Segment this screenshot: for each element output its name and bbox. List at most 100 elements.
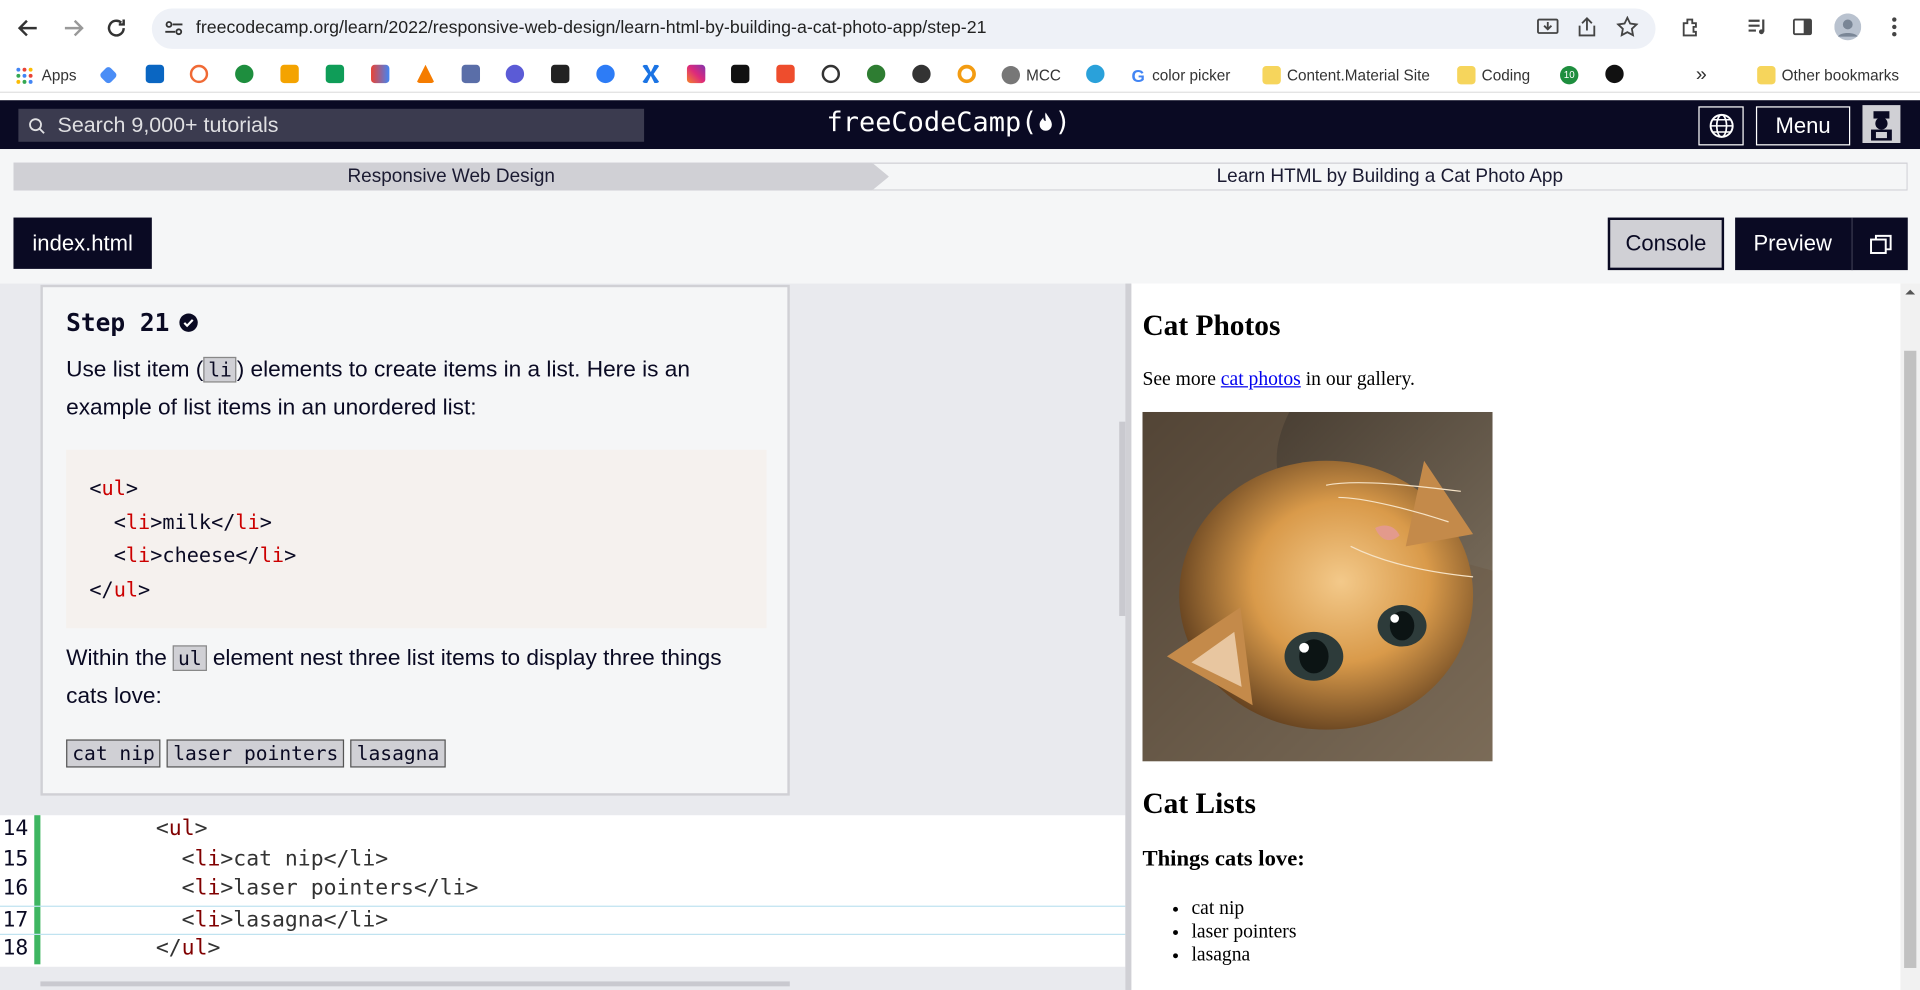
globe-icon [1001, 65, 1021, 85]
code-close: </li> [413, 876, 479, 901]
code-before: < [181, 907, 195, 932]
shopee-icon[interactable] [776, 64, 795, 84]
console-button[interactable]: Console [1607, 217, 1725, 271]
forward-icon[interactable] [59, 13, 88, 42]
bookmark-favicon-9[interactable] [461, 64, 481, 84]
preview-subheading-things-cats-love: Things cats love: [1142, 846, 1305, 872]
code-after: > [220, 876, 234, 901]
github-icon[interactable] [1605, 64, 1624, 84]
scroll-up-arrow-icon[interactable] [1900, 285, 1920, 300]
code-close: </li> [323, 907, 389, 932]
cat-photo-image[interactable] [1142, 411, 1493, 762]
menu-button[interactable]: Menu [1755, 106, 1851, 146]
fcc-logo[interactable]: freeCodeCamp() [827, 108, 1071, 139]
code-before: < [155, 816, 169, 841]
bookmark-favicon-8[interactable] [416, 64, 435, 84]
user-avatar[interactable] [1862, 105, 1901, 143]
url-text[interactable]: freecodecamp.org/learn/2022/responsive-w… [196, 18, 987, 38]
code-line: <li>cheese</li> [113, 544, 297, 568]
code-text: lasagna [233, 907, 324, 932]
bookmark-favicon-19[interactable] [912, 64, 931, 84]
bookmark-other[interactable]: Other bookmarks [1757, 65, 1899, 86]
browser-toolbar: freecodecamp.org/learn/2022/responsive-w… [0, 0, 1920, 57]
preview-popout-button[interactable] [1851, 217, 1907, 271]
bookmark-favicon-17[interactable] [821, 64, 841, 84]
desc1-text-a: Use list item ( [66, 355, 204, 382]
bookmark-favicon-1[interactable] [98, 65, 118, 85]
line-code: </ul> [53, 936, 221, 960]
preview-scrollbar[interactable] [1900, 283, 1920, 990]
google-sheets-icon[interactable] [325, 64, 345, 84]
bookmarks-overflow-button[interactable]: » [1696, 64, 1707, 86]
language-button[interactable] [1698, 106, 1744, 146]
preview-button[interactable]: Preview [1735, 217, 1908, 271]
bookmark-favicon-13[interactable] [641, 64, 661, 84]
share-icon[interactable] [1573, 13, 1600, 40]
media-control-icon[interactable] [1744, 13, 1771, 40]
step-description-text-2: Within the ul element nest three list it… [66, 639, 752, 712]
bookmark-color-picker[interactable]: G color picker [1131, 65, 1230, 86]
search-input[interactable]: Search 9,000+ tutorials [18, 108, 645, 142]
code-tag: ul [113, 578, 139, 602]
preview-scrollbar-thumb[interactable] [1904, 350, 1917, 968]
line-number: 17 [2, 907, 29, 932]
bookmark-favicon-4[interactable] [235, 64, 254, 84]
profile-avatar-icon[interactable] [1834, 13, 1862, 41]
address-bar[interactable]: freecodecamp.org/learn/2022/responsive-w… [151, 8, 1656, 49]
bookmark-favicon-10[interactable] [505, 64, 525, 84]
bookmark-favicon-7[interactable] [371, 64, 390, 84]
line-code: <li>lasagna</li> [53, 907, 388, 931]
breadcrumb: Responsive Web Design Learn HTML by Buil… [0, 149, 1920, 284]
bookmark-content-material[interactable]: Content.Material Site [1262, 65, 1430, 86]
code-tag: li [194, 876, 221, 901]
editor-line[interactable]: 17 <li>lasagna</li> [0, 905, 1126, 935]
bookmark-favicon-18[interactable] [866, 64, 886, 84]
file-tab-index-html[interactable]: index.html [13, 217, 152, 269]
back-icon[interactable] [13, 13, 42, 42]
more-options-icon[interactable] [1881, 13, 1908, 40]
example-code-block: <ul> <li>milk</li> <li>cheese</li> </ul> [66, 449, 767, 629]
bookmark-favicon-5[interactable] [280, 64, 299, 84]
linkedin-icon[interactable] [145, 64, 165, 84]
bookmark-apps[interactable]: Apps [15, 65, 77, 86]
editor-line[interactable]: 18 </ul> [0, 935, 1125, 965]
bookmark-favicon-20[interactable] [957, 64, 976, 84]
editor-line[interactable]: 16 <li>laser pointers</li> [0, 875, 1125, 905]
extensions-icon[interactable] [1678, 13, 1705, 40]
flame-icon [1039, 112, 1053, 131]
side-panel-icon[interactable] [1789, 13, 1816, 40]
code-text: laser pointers [233, 876, 414, 901]
code-line: <ul> [89, 476, 139, 500]
line-code: <ul> [53, 816, 208, 840]
inline-code-ul: ul [173, 645, 207, 671]
code-editor[interactable]: 14 <ul> 15 <li>cat nip</li> 16 <li>laser p… [0, 815, 1126, 967]
breadcrumb-superblock[interactable]: Responsive Web Design [13, 162, 889, 191]
fcc-navbar: Search 9,000+ tutorials freeCodeCamp() M… [0, 100, 1920, 150]
preview-heading-cat-photos: Cat Photos [1142, 310, 1281, 343]
reload-icon[interactable] [102, 13, 131, 42]
bookmark-badge-10[interactable]: 10 [1560, 65, 1579, 86]
editor-line[interactable]: 15 <li>cat nip</li> [0, 845, 1125, 875]
install-app-icon[interactable] [1534, 13, 1561, 40]
site-settings-icon[interactable] [164, 18, 184, 44]
chip-lasagna: lasagna [350, 739, 446, 768]
bookmark-favicon-11[interactable] [551, 64, 570, 84]
bookmark-favicon-12[interactable] [596, 64, 615, 84]
breadcrumb-block[interactable]: Learn HTML by Building a Cat Photo App [871, 162, 1908, 191]
logo-text: freeCodeCamp( [826, 107, 1038, 139]
instagram-icon[interactable] [686, 64, 706, 84]
preview-heading-cat-lists: Cat Lists [1142, 788, 1256, 821]
editor-line[interactable]: 14 <ul> [0, 815, 1125, 845]
bookmark-star-icon[interactable] [1614, 13, 1641, 40]
bookmark-coding[interactable]: Coding [1457, 65, 1530, 86]
tiktok-icon[interactable] [731, 64, 750, 84]
bookmark-mcc[interactable]: MCC [1001, 65, 1061, 86]
bookmark-favicon-3[interactable] [189, 64, 209, 84]
telegram-icon[interactable] [1086, 64, 1105, 84]
code-text: cat nip [233, 846, 324, 871]
code-before: < [181, 846, 195, 871]
editor-horizontal-scrollbar[interactable] [40, 981, 790, 987]
cat-photos-link[interactable]: cat photos [1221, 369, 1301, 390]
code-text: milk [162, 510, 212, 534]
